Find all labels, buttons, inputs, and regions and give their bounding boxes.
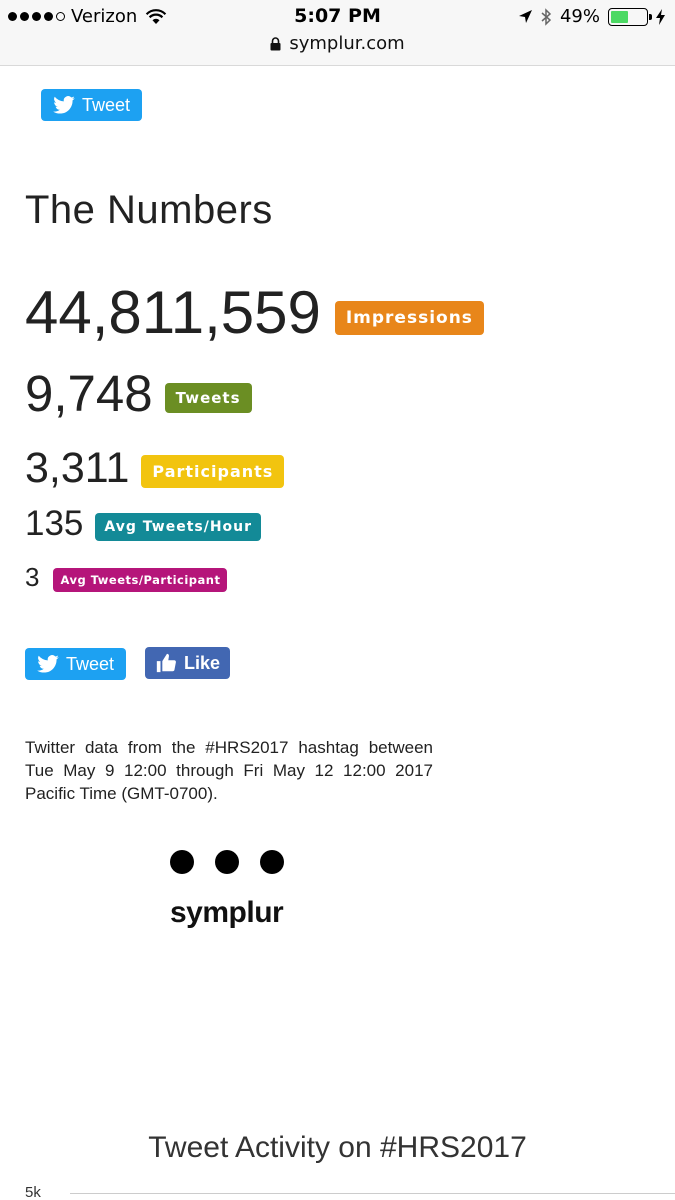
bluetooth-icon — [541, 7, 552, 26]
stat-badge: Avg Tweets/Hour — [95, 513, 262, 541]
tweet-button-bottom[interactable]: Tweet — [25, 648, 127, 680]
data-description: Twitter data from the #HRS2017 hashtag b… — [25, 738, 433, 803]
logo-wordmark: symplur — [170, 896, 284, 929]
stat-value: 44,811,559 — [25, 279, 321, 346]
tweet-button-label: Tweet — [66, 653, 115, 674]
tweet-button-top[interactable]: Tweet — [41, 89, 143, 121]
stat-avg-tweets-participant: 3 Avg Tweets/Participant — [25, 562, 228, 593]
stat-badge: Impressions — [334, 300, 484, 335]
stat-badge: Participants — [141, 455, 285, 488]
twitter-bird-icon — [37, 655, 59, 673]
like-button-label: Like — [184, 652, 221, 673]
battery-percent: 49% — [559, 6, 600, 27]
stat-tweets: 9,748 Tweets — [25, 364, 252, 423]
status-bar: Verizon 5:07 PM symplur.com 49% — [0, 0, 675, 66]
twitter-bird-icon — [53, 96, 75, 114]
facebook-like-button[interactable]: Like — [145, 647, 231, 679]
stat-impressions: 44,811,559 Impressions — [25, 278, 484, 347]
location-arrow-icon — [518, 10, 532, 23]
stat-badge: Avg Tweets/Participant — [53, 567, 228, 592]
thumbs-up-icon — [156, 653, 176, 673]
stat-value: 3 — [25, 562, 40, 592]
status-icons: 49% — [518, 6, 665, 27]
stat-value: 3,311 — [25, 444, 130, 492]
battery-icon — [608, 7, 652, 26]
address-bar[interactable]: symplur.com — [0, 33, 675, 54]
stat-badge: Tweets — [164, 382, 252, 413]
charging-bolt-icon — [656, 8, 665, 25]
stat-value: 135 — [25, 504, 84, 543]
symplur-logo[interactable]: symplur — [170, 850, 286, 930]
y-axis-tick-label: 5k — [25, 1184, 41, 1200]
stat-avg-tweets-hour: 135 Avg Tweets/Hour — [25, 504, 262, 544]
activity-chart-title: Tweet Activity on #HRS2017 — [148, 1131, 527, 1164]
url-text: symplur.com — [289, 33, 405, 54]
section-heading: The Numbers — [25, 188, 273, 232]
logo-dots-icon — [170, 850, 284, 874]
tweet-button-label: Tweet — [82, 94, 131, 115]
stat-value: 9,748 — [25, 365, 153, 422]
lock-icon — [270, 36, 281, 50]
stat-participants: 3,311 Participants — [25, 444, 285, 493]
chart-gridline — [70, 1193, 675, 1194]
